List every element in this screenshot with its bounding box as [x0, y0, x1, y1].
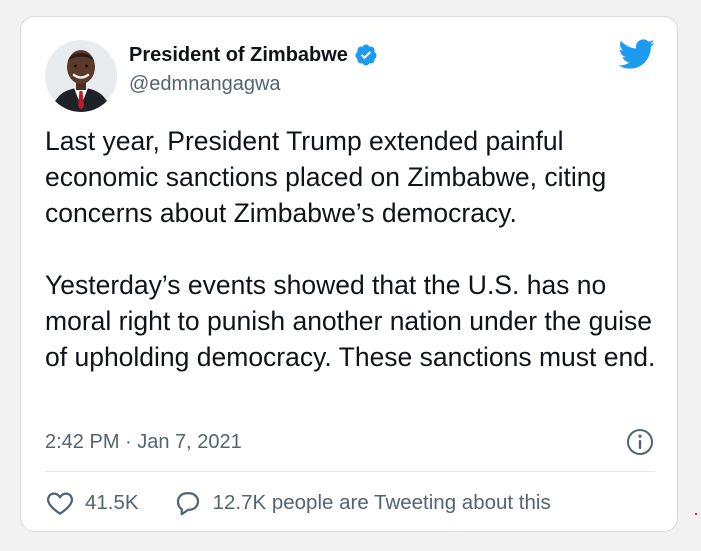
like-button[interactable]: 41.5K — [45, 488, 139, 518]
verified-badge-icon — [354, 43, 378, 67]
tweet-timestamp[interactable]: 2:42 PM · Jan 7, 2021 — [45, 431, 242, 454]
tweet-meta-row: 2:42 PM · Jan 7, 2021 — [45, 427, 655, 461]
edge-dot — [695, 513, 697, 515]
heart-icon — [47, 492, 73, 515]
info-icon[interactable] — [625, 427, 655, 457]
tweet-paragraph-2: Yesterday’s events showed that the U.S. … — [45, 270, 656, 372]
reply-button[interactable]: 12.7K people are Tweeting about this — [173, 488, 551, 518]
divider — [45, 471, 655, 472]
tweet-actions: 41.5K 12.7K people are Tweeting about th… — [45, 485, 585, 521]
tweet-paragraph-1: Last year, President Trump extended pain… — [45, 126, 607, 228]
author-name-row[interactable]: President of Zimbabwe — [129, 43, 378, 67]
tweeting-about-text: 12.7K people are Tweeting about this — [212, 491, 551, 514]
tweet-text: Last year, President Trump extended pain… — [45, 123, 657, 375]
author-display-name[interactable]: President of Zimbabwe — [129, 44, 348, 67]
author-handle[interactable]: @edmnangagwa — [129, 73, 281, 96]
tweet-card: President of Zimbabwe @edmnangagwa Last … — [20, 16, 678, 532]
avatar[interactable] — [45, 40, 117, 112]
like-count: 41.5K — [85, 491, 139, 514]
speech-bubble-icon — [176, 492, 199, 516]
twitter-bird-icon[interactable] — [617, 35, 655, 73]
